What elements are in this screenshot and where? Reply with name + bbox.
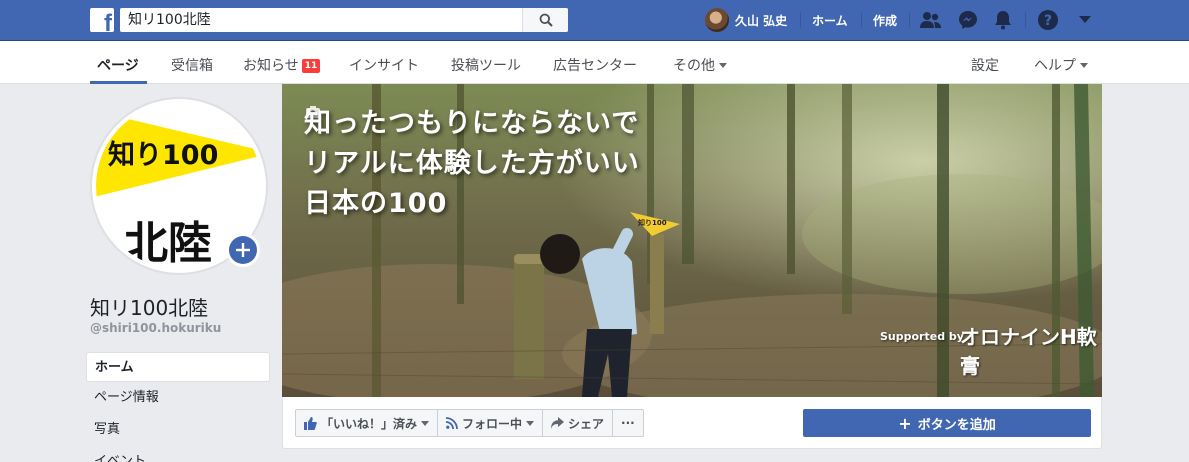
notifications-bell-icon[interactable]: [992, 9, 1014, 31]
search-button[interactable]: [522, 8, 568, 32]
nav-divider: [1025, 12, 1026, 28]
nav-divider: [861, 12, 862, 28]
page-action-bar: 「いいね！」済み フォロー中 シェア ··· + ボタンを追加: [282, 397, 1102, 449]
liked-label: 「いいね！」済み: [321, 416, 418, 431]
cover-line-3: 日本の100: [304, 188, 448, 219]
friend-requests-icon[interactable]: [920, 9, 942, 31]
tab-insights[interactable]: インサイト: [349, 55, 419, 75]
tab-ad-center[interactable]: 広告センター: [553, 55, 637, 75]
more-dots-icon: ···: [621, 416, 635, 430]
cover-line-2: リアルに体験した方がいい: [304, 148, 640, 179]
following-label: フォロー中: [462, 416, 523, 431]
thumbs-up-icon: [304, 416, 317, 430]
tab-notifications-label: お知らせ: [243, 58, 299, 74]
sidebar-item-photos[interactable]: 写真: [86, 415, 270, 445]
user-profile-link[interactable]: 久山 弘史: [705, 8, 787, 32]
search-box: [120, 8, 568, 32]
create-link[interactable]: 作成: [873, 12, 897, 29]
share-label: シェア: [568, 416, 605, 431]
tab-more-label: その他: [673, 58, 715, 74]
chevron-down-icon: [421, 420, 430, 426]
help-menu-label: ヘルプ: [1034, 58, 1076, 74]
top-navbar: f 久山 弘史 ホーム 作成 ?: [0, 0, 1189, 41]
help-icon[interactable]: ?: [1037, 9, 1059, 31]
page-actions-group: 「いいね！」済み フォロー中 シェア ···: [295, 409, 644, 437]
settings-link[interactable]: 設定: [971, 55, 999, 75]
tab-page[interactable]: ページ: [97, 55, 139, 75]
search-input[interactable]: [120, 8, 520, 32]
notification-count-badge: 11: [301, 59, 321, 73]
sidebar-item-home[interactable]: ホーム: [86, 352, 270, 382]
tab-notifications[interactable]: お知らせ 11: [243, 55, 321, 75]
tab-inbox[interactable]: 受信箱: [171, 55, 213, 75]
facebook-logo-icon[interactable]: f: [90, 8, 114, 32]
plus-icon: [229, 236, 257, 264]
search-icon: [539, 13, 553, 27]
logo-text-bottom: 北陸: [124, 218, 212, 269]
add-profile-photo-button[interactable]: [226, 233, 260, 267]
cover-headline: 知ったつもりにならないで リアルに体験した方がいい 日本の100: [304, 104, 640, 224]
chevron-down-icon: [719, 63, 727, 68]
page-title[interactable]: 知リ100北陸: [90, 292, 208, 321]
page-username[interactable]: @shiri100.hokuriku: [90, 321, 221, 335]
chevron-down-icon: [1080, 63, 1088, 68]
cover-photo[interactable]: 知ったつもりにならないで リアルに体験した方がいい 日本の100 知り100 S…: [282, 84, 1102, 397]
cover-flag-label: 知り100: [638, 219, 667, 227]
rss-follow-icon: [446, 417, 458, 429]
plus-icon: +: [898, 413, 912, 433]
tab-more[interactable]: その他: [673, 55, 727, 75]
help-menu[interactable]: ヘルプ: [1034, 55, 1088, 75]
supported-by-label: Supported by: [880, 330, 964, 343]
following-button[interactable]: フォロー中: [438, 410, 544, 436]
logo-text-top: 知り100: [108, 140, 219, 171]
sponsor-brand: オロナインH軟膏: [960, 325, 1097, 378]
page-tabs-bar: ページ 受信箱 お知らせ 11 インサイト 投稿ツール 広告センター その他 設定…: [0, 41, 1189, 84]
user-name: 久山 弘史: [735, 13, 788, 28]
account-menu-chevron-down-icon[interactable]: [1074, 9, 1096, 31]
tab-publishing-tools[interactable]: 投稿ツール: [451, 55, 521, 75]
more-options-button[interactable]: ···: [613, 410, 643, 436]
svg-text:?: ?: [1044, 13, 1052, 29]
avatar: [705, 8, 729, 32]
liked-button[interactable]: 「いいね！」済み: [296, 410, 439, 436]
chevron-down-icon: [526, 420, 535, 426]
messenger-icon[interactable]: [957, 9, 979, 31]
nav-divider: [800, 12, 801, 28]
add-button-cta[interactable]: + ボタンを追加: [803, 409, 1091, 437]
active-tab-indicator: [90, 81, 147, 84]
sidebar-item-page-info[interactable]: ページ情報: [86, 383, 270, 413]
cover-line-1: 知ったつもりにならないで: [304, 108, 640, 139]
nav-divider: [909, 12, 910, 28]
share-arrow-icon: [551, 417, 565, 429]
share-button[interactable]: シェア: [543, 410, 614, 436]
sidebar-item-events[interactable]: イベント: [86, 447, 270, 462]
add-button-label: ボタンを追加: [917, 417, 996, 433]
home-link[interactable]: ホーム: [812, 12, 848, 29]
